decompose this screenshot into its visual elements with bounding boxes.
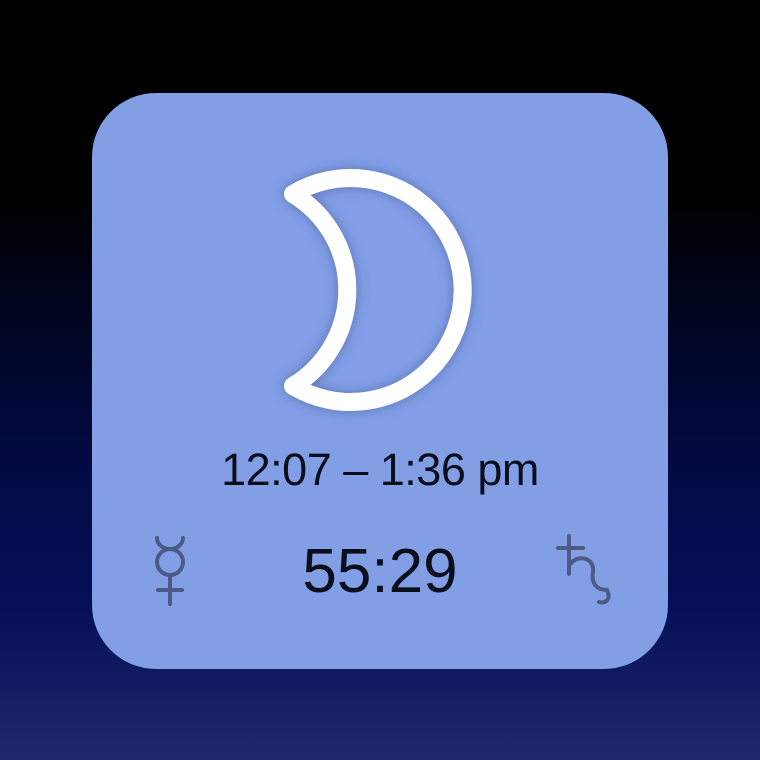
saturn-symbol-icon <box>553 532 623 612</box>
crescent-moon-icon <box>283 169 483 411</box>
planetary-hour-time-range: 12:07 – 1:36 pm <box>221 444 539 495</box>
